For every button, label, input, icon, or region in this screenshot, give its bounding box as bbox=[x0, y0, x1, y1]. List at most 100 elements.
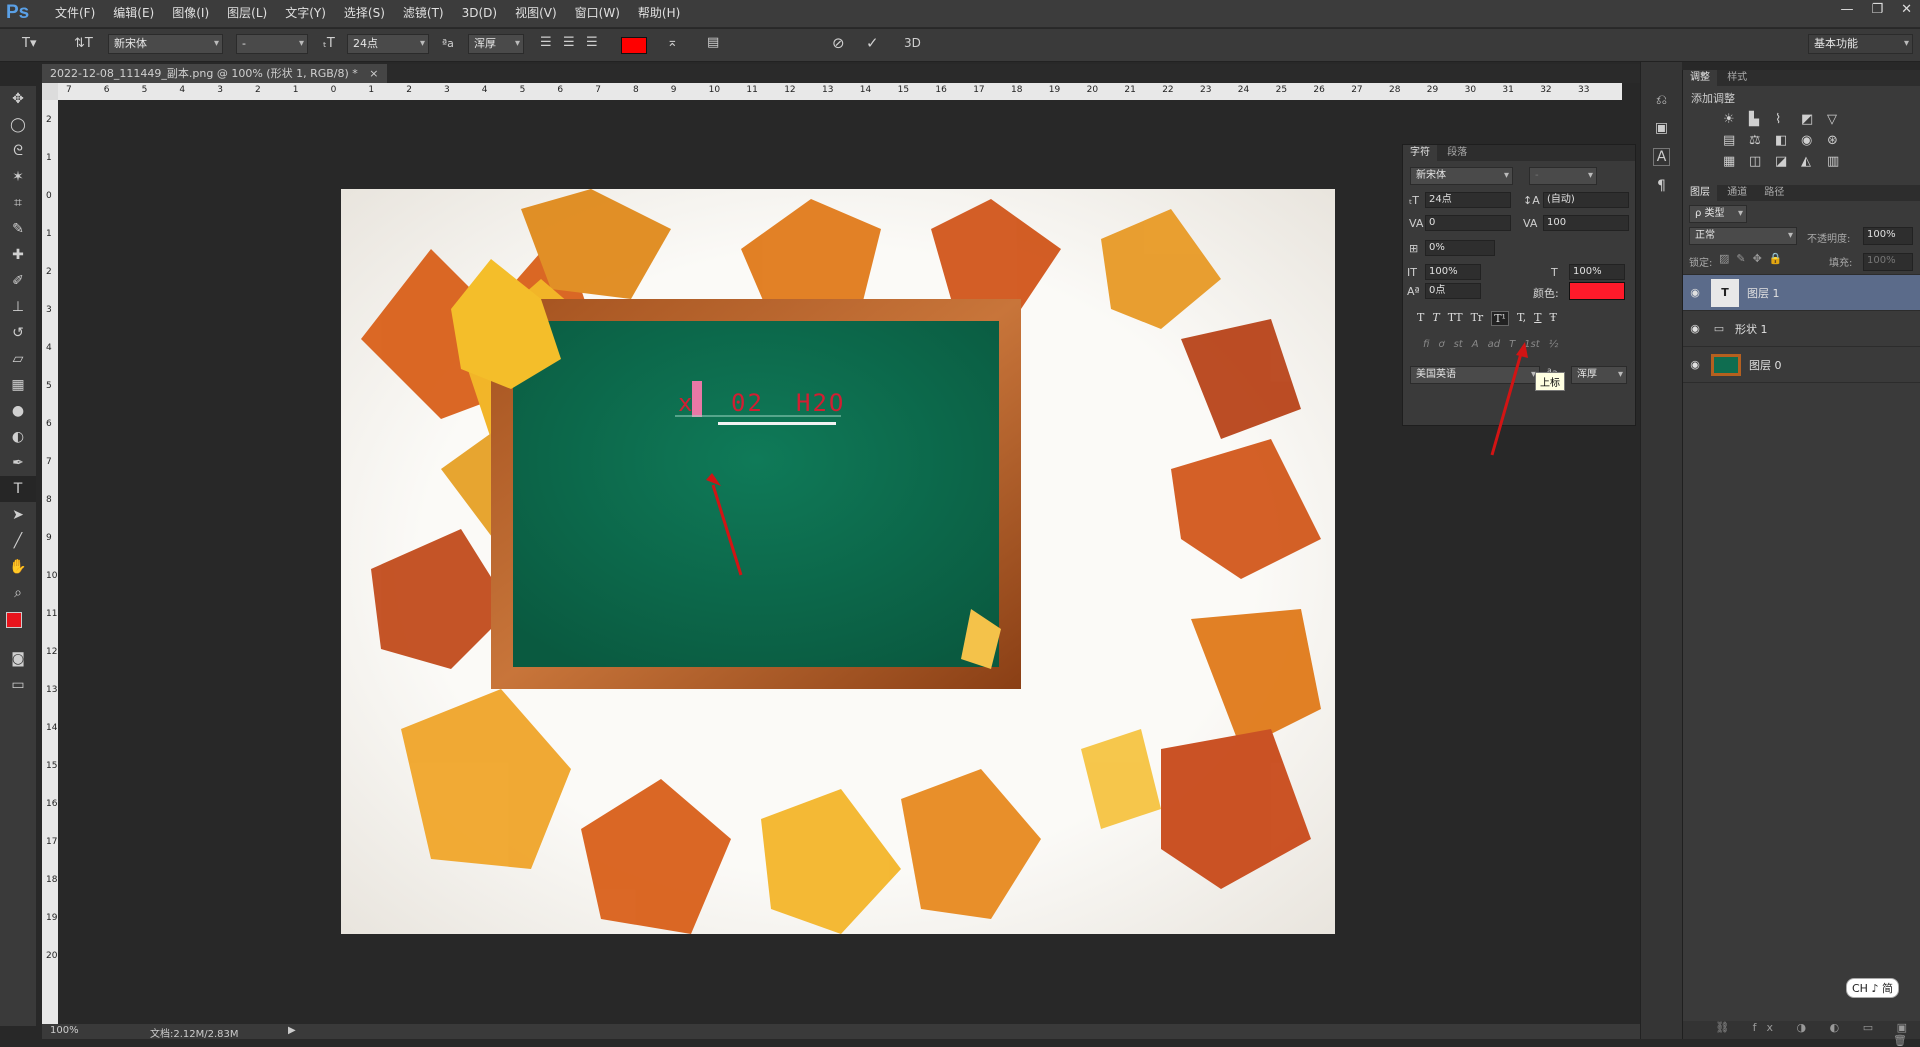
opacity-field[interactable]: 100% bbox=[1863, 227, 1913, 245]
curves-icon[interactable]: ⌇ bbox=[1775, 112, 1799, 127]
restore-button[interactable]: ❐ bbox=[1871, 2, 1883, 17]
panels-toggle-icon[interactable]: ▤ bbox=[707, 35, 719, 50]
char-size-field[interactable]: 24点 bbox=[1425, 192, 1511, 208]
visibility-eye-icon[interactable]: ◉ bbox=[1683, 322, 1707, 335]
history-panel-icon[interactable]: ⎌ bbox=[1656, 92, 1667, 108]
char-baseline-field[interactable]: 0点 bbox=[1425, 283, 1481, 299]
mixer-icon[interactable]: ⊛ bbox=[1827, 133, 1851, 148]
tab-paragraph[interactable]: 段落 bbox=[1440, 145, 1474, 161]
healing-brush-icon[interactable]: ✚ bbox=[0, 242, 36, 268]
menu-filter[interactable]: 滤镜(T) bbox=[394, 5, 453, 21]
char-antialias-select[interactable]: 浑厚 bbox=[1571, 366, 1627, 384]
lasso-tool-icon[interactable]: ᘓ bbox=[0, 138, 36, 164]
gradient-tool-icon[interactable]: ▦ bbox=[0, 372, 36, 398]
ligatures-button[interactable]: fi bbox=[1423, 339, 1429, 350]
line-tool-icon[interactable]: ╱ bbox=[0, 528, 36, 554]
crop-tool-icon[interactable]: ⌗ bbox=[0, 190, 36, 216]
zoom-tool-icon[interactable]: ⌕ bbox=[0, 580, 36, 606]
ime-indicator[interactable]: CH ♪ 简 bbox=[1846, 978, 1899, 998]
visibility-eye-icon[interactable]: ◉ bbox=[1683, 286, 1707, 299]
char-hscale-field[interactable]: 100% bbox=[1569, 264, 1625, 280]
lock-icons[interactable]: ▨✎✥🔒 bbox=[1719, 252, 1790, 265]
status-menu-arrow-icon[interactable]: ▶ bbox=[288, 1025, 296, 1036]
minimize-button[interactable]: — bbox=[1840, 2, 1853, 17]
history-brush-icon[interactable]: ↺ bbox=[0, 320, 36, 346]
align-right-icon[interactable]: ☰ bbox=[586, 35, 598, 50]
bw-icon[interactable]: ◧ bbox=[1775, 133, 1799, 148]
close-doc-icon[interactable]: × bbox=[369, 67, 378, 80]
char-tracking-field[interactable]: 100 bbox=[1543, 215, 1629, 231]
font-size-select[interactable]: 24点 bbox=[347, 34, 429, 54]
foreground-color[interactable] bbox=[6, 612, 22, 628]
small-caps-button[interactable]: Tr bbox=[1471, 311, 1484, 326]
menu-help[interactable]: 帮助(H) bbox=[629, 5, 689, 21]
doc-size[interactable]: 文档:2.12M/2.83M bbox=[150, 1025, 239, 1040]
workspace-select[interactable]: 基本功能 bbox=[1808, 34, 1913, 54]
screen-mode-icon[interactable]: ▭ bbox=[0, 672, 36, 698]
magic-wand-icon[interactable]: ✶ bbox=[0, 164, 36, 190]
char-font-family-select[interactable]: 新宋体 bbox=[1410, 167, 1513, 185]
char-tsume-field[interactable]: 0% bbox=[1425, 240, 1495, 256]
threshold-icon[interactable]: ◭ bbox=[1801, 154, 1825, 169]
eraser-tool-icon[interactable]: ▱ bbox=[0, 346, 36, 372]
hand-tool-icon[interactable]: ✋ bbox=[0, 554, 36, 580]
document-tab[interactable]: 2022-12-08_111449_副本.png @ 100% (形状 1, R… bbox=[42, 64, 387, 83]
align-center-icon[interactable]: ☰ bbox=[563, 35, 575, 50]
underline-button[interactable]: T bbox=[1534, 311, 1541, 326]
exposure-icon[interactable]: ◩ bbox=[1801, 112, 1825, 127]
hue-icon[interactable]: ▤ bbox=[1723, 133, 1747, 148]
quick-mask-icon[interactable]: ◙ bbox=[0, 646, 36, 672]
color-swatches[interactable] bbox=[0, 606, 36, 646]
posterize-icon[interactable]: ◪ bbox=[1775, 154, 1799, 169]
menu-3d[interactable]: 3D(D) bbox=[453, 5, 506, 21]
commit-icon[interactable]: ✓ bbox=[866, 34, 879, 52]
brush-tool-icon[interactable]: ✐ bbox=[0, 268, 36, 294]
align-left-icon[interactable]: ☰ bbox=[540, 35, 552, 50]
superscript-button[interactable]: T¹ bbox=[1491, 311, 1509, 326]
stamp-tool-icon[interactable]: ⊥ bbox=[0, 294, 36, 320]
document-image[interactable]: x 02 H2O bbox=[341, 189, 1335, 934]
menu-view[interactable]: 视图(V) bbox=[506, 5, 566, 21]
eyedropper-icon[interactable]: ✎ bbox=[0, 216, 36, 242]
font-family-select[interactable]: 新宋体 bbox=[108, 34, 223, 54]
faux-italic-button[interactable]: T bbox=[1432, 311, 1439, 326]
blur-tool-icon[interactable]: ● bbox=[0, 398, 36, 424]
brightness-icon[interactable]: ☀ bbox=[1723, 112, 1747, 127]
levels-icon[interactable]: ▙ bbox=[1749, 112, 1773, 127]
photo-filter-icon[interactable]: ◉ bbox=[1801, 133, 1825, 148]
all-caps-button[interactable]: TT bbox=[1448, 311, 1463, 326]
warp-text-icon[interactable]: ⌅ bbox=[667, 35, 678, 50]
tab-paths[interactable]: 路径 bbox=[1757, 185, 1791, 201]
properties-panel-icon[interactable]: ▣ bbox=[1655, 120, 1668, 136]
visibility-eye-icon[interactable]: ◉ bbox=[1683, 358, 1707, 371]
text-color-swatch[interactable] bbox=[621, 37, 647, 54]
antialias-select[interactable]: 浑厚 bbox=[468, 34, 524, 54]
menu-select[interactable]: 选择(S) bbox=[335, 5, 394, 21]
blend-mode-select[interactable]: 正常 bbox=[1689, 227, 1797, 245]
move-tool-icon[interactable]: ✥ bbox=[0, 86, 36, 112]
menu-file[interactable]: 文件(F) bbox=[46, 5, 104, 21]
cancel-icon[interactable]: ⊘ bbox=[832, 34, 845, 52]
fill-field[interactable]: 100% bbox=[1863, 253, 1913, 271]
layer-row-image[interactable]: ◉ 图层 0 bbox=[1683, 347, 1920, 383]
dodge-tool-icon[interactable]: ◐ bbox=[0, 424, 36, 450]
balance-icon[interactable]: ⚖ bbox=[1749, 133, 1773, 148]
vibrance-icon[interactable]: ▽ bbox=[1827, 112, 1851, 127]
font-style-select[interactable]: - bbox=[236, 34, 308, 54]
zoom-level[interactable]: 100% bbox=[50, 1025, 79, 1036]
tab-styles[interactable]: 样式 bbox=[1720, 70, 1754, 86]
swash-button[interactable]: A bbox=[1472, 339, 1479, 350]
type-tool-icon-active[interactable]: T bbox=[0, 476, 36, 502]
path-select-icon[interactable]: ➤ bbox=[0, 502, 36, 528]
3d-button[interactable]: 3D bbox=[904, 36, 921, 50]
toggle-orientation-icon[interactable]: ⇅T bbox=[74, 36, 93, 51]
menu-type[interactable]: 文字(Y) bbox=[276, 5, 335, 21]
type-tool-icon[interactable]: T▾ bbox=[22, 36, 36, 51]
faux-bold-button[interactable]: T bbox=[1417, 311, 1424, 326]
tab-channels[interactable]: 通道 bbox=[1720, 185, 1754, 201]
marquee-tool-icon[interactable]: ◯ bbox=[0, 112, 36, 138]
char-vscale-field[interactable]: 100% bbox=[1425, 264, 1481, 280]
layer-row-shape[interactable]: ◉ ▭ 形状 1 bbox=[1683, 311, 1920, 347]
close-window-button[interactable]: ✕ bbox=[1901, 2, 1912, 17]
layers-footer-icons[interactable]: ⛓ fx ◑ ◐ ▭ ▣ 🗑 bbox=[1683, 1021, 1920, 1047]
